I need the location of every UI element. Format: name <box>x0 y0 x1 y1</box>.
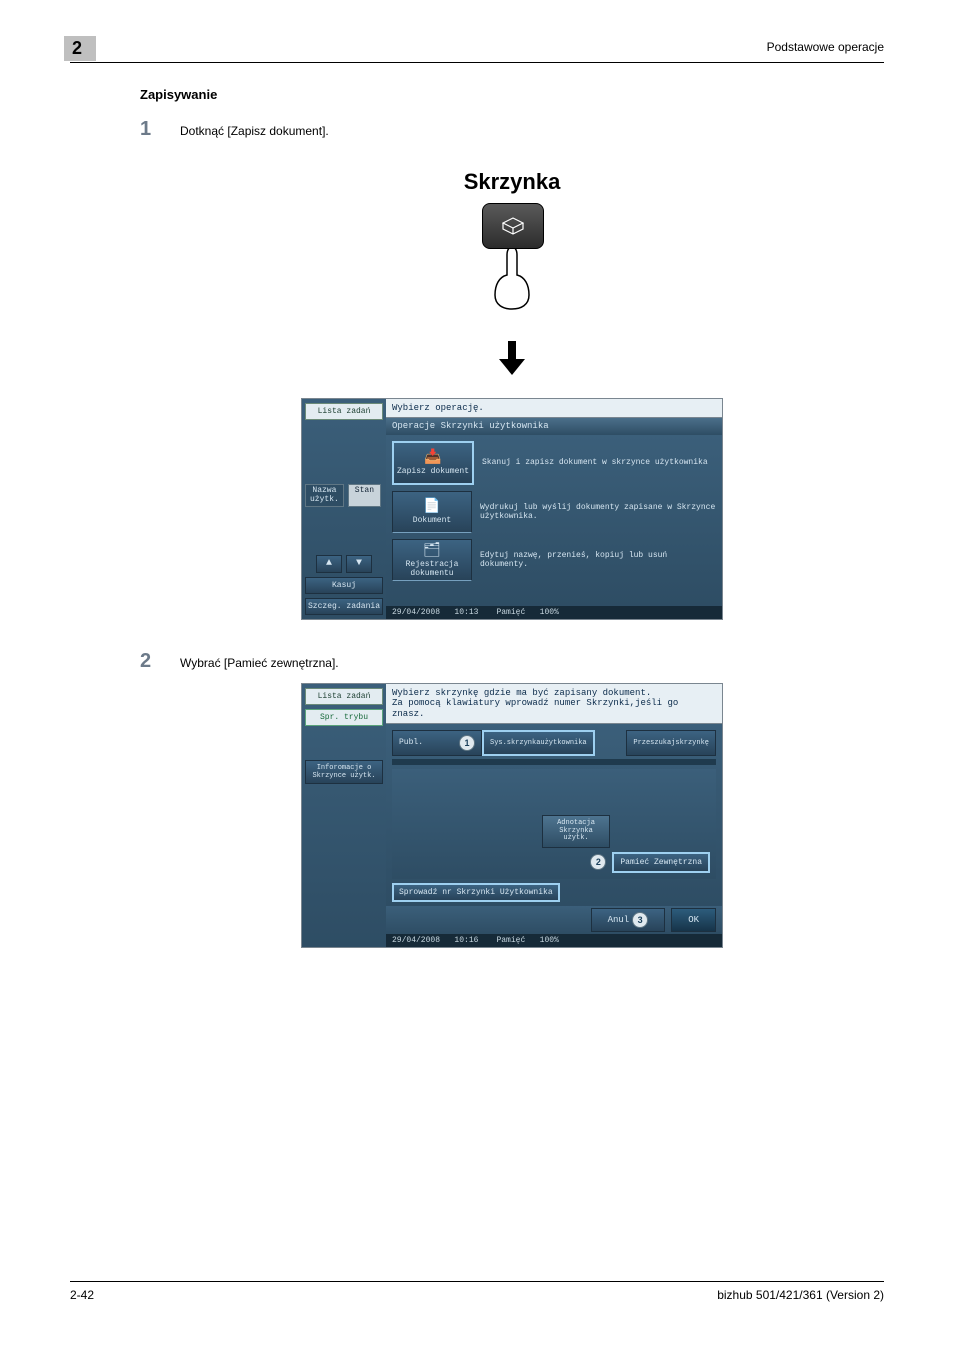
screen1-sidebar: Lista zadań Nazwa użytk. Stan ▲ ▼ Kasuj … <box>302 399 386 619</box>
document-desc: Wydrukuj lub wyślij dokumenty zapisane w… <box>480 503 716 521</box>
header-rule <box>70 62 884 63</box>
tab-username[interactable]: Nazwa użytk. <box>305 484 344 506</box>
hardware-button-illustration <box>482 203 542 253</box>
list-tasks-button[interactable]: Lista zadań <box>305 403 383 420</box>
screen2-mem-label: Pamięć <box>496 936 525 945</box>
enter-box-number-button[interactable]: Sprowadź nr Skrzynki Użytkownika <box>392 883 560 902</box>
section-title: Zapisywanie <box>140 87 884 102</box>
save-document-button[interactable]: 📥 Zapisz dokument <box>392 441 474 485</box>
arrow-down-icon <box>140 341 884 378</box>
save-document-desc: Skanuj i zapisz dokument w skrzynce użyt… <box>482 458 716 467</box>
screen1-section-head: Operacje Skrzynki użytkownika <box>386 418 722 434</box>
tab-system-userbox-label: Sys.skrzynkaużytkownika <box>490 740 587 747</box>
screen1-mem-label: Pamięć <box>496 608 525 617</box>
register-document-label: Rejestracja dokumentu <box>393 560 471 578</box>
save-document-label: Zapisz dokument <box>397 467 469 476</box>
skrzynka-title: Skrzynka <box>140 169 884 195</box>
screen1-mem-value: 100% <box>540 608 559 617</box>
screen1-time: 10:13 <box>454 608 478 617</box>
screen2-time: 10:16 <box>454 936 478 945</box>
chapter-marker: 2 <box>64 36 96 61</box>
list-tasks-button-2[interactable]: Lista zadań <box>305 688 383 705</box>
callout-2: 2 <box>590 854 606 870</box>
folder-doc-icon: 📄 <box>423 500 440 514</box>
tab-public-label: Publ. <box>399 738 423 747</box>
callout-3: 3 <box>632 912 648 928</box>
external-memory-button[interactable]: Pamieć Zewnętrzna <box>612 852 710 873</box>
scroll-down-button[interactable]: ▼ <box>346 555 372 573</box>
folder-edit-icon: 🗂 <box>423 544 441 558</box>
screen2-prompt: Wybierz skrzynkę gdzie ma być zapisany d… <box>386 684 722 724</box>
ok-button[interactable]: OK <box>671 908 716 932</box>
screenshot-2: Lista zadań Spr. trybu Inforomacje o Skr… <box>301 683 723 948</box>
tab-search-box[interactable]: Przeszukajskrzynkę <box>626 730 716 756</box>
delete-button[interactable]: Kasuj <box>305 577 383 594</box>
finger-icon <box>482 245 542 315</box>
header-section: Podstawowe operacje <box>767 40 884 54</box>
task-details-button[interactable]: Szczeg. zadania <box>305 598 383 615</box>
screen2-mem-value: 100% <box>540 936 559 945</box>
screen1-date: 29/04/2008 <box>392 608 440 617</box>
screen2-sidebar: Lista zadań Spr. trybu Inforomacje o Skr… <box>302 684 386 947</box>
step-2: 2 Wybrać [Pamieć zewnętrzna]. <box>140 650 884 673</box>
step-1-number: 1 <box>140 118 180 141</box>
tab-search-box-label: Przeszukajskrzynkę <box>633 740 709 747</box>
tab-system-userbox[interactable]: Sys.skrzynkaużytkownika <box>482 730 595 756</box>
screen1-prompt: Wybierz operację. <box>386 399 722 418</box>
box-info-button[interactable]: Inforomacje o Skrzynce użytk. <box>305 760 383 784</box>
cancel-button[interactable]: Anul 3 <box>591 908 666 932</box>
screen1-statusbar: 29/04/2008 10:13 Pamięć 100% <box>386 606 722 619</box>
footer-page: 2-42 <box>70 1288 94 1302</box>
scroll-up-button[interactable]: ▲ <box>316 555 342 573</box>
tab-status[interactable]: Stan <box>348 484 381 506</box>
step-2-number: 2 <box>140 650 180 673</box>
cancel-label: Anul <box>608 915 630 925</box>
tab-public[interactable]: Publ. 1 <box>392 730 482 756</box>
box-icon <box>482 203 544 249</box>
register-document-desc: Edytuj nazwę, przenieś, kopiuj lub usuń … <box>480 551 716 569</box>
callout-1: 1 <box>459 735 475 751</box>
step-2-text: Wybrać [Pamieć zewnętrzna]. <box>180 652 339 670</box>
screen2-date: 29/04/2008 <box>392 936 440 945</box>
folder-save-icon: 📥 <box>424 451 441 465</box>
box-selection-area: Adnotacja Skrzynka użytk. 2 Pamieć Zewnę… <box>392 769 716 879</box>
step-1: 1 Dotknąć [Zapisz dokument]. <box>140 118 884 141</box>
step-1-text: Dotknąć [Zapisz dokument]. <box>180 120 329 138</box>
screen2-statusbar: 29/04/2008 10:16 Pamięć 100% <box>386 934 722 947</box>
annotation-userbox-button[interactable]: Adnotacja Skrzynka użytk. <box>542 815 610 848</box>
register-document-button[interactable]: 🗂 Rejestracja dokumentu <box>392 539 472 581</box>
footer-model: bizhub 501/421/361 (Version 2) <box>717 1288 884 1302</box>
document-button[interactable]: 📄 Dokument <box>392 491 472 533</box>
screenshot-1: Lista zadań Nazwa użytk. Stan ▲ ▼ Kasuj … <box>301 398 723 620</box>
document-label: Dokument <box>413 516 451 525</box>
check-mode-button[interactable]: Spr. trybu <box>305 709 383 726</box>
